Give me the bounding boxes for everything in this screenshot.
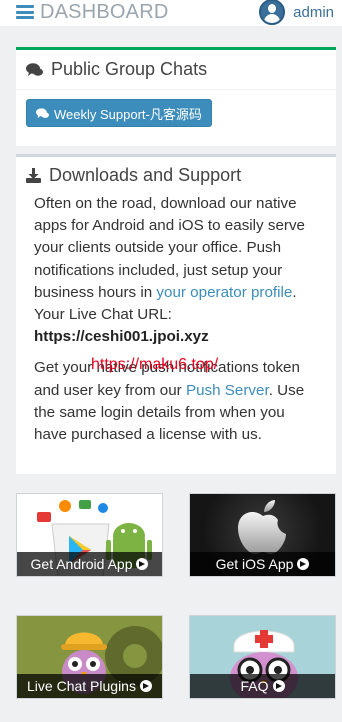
downloads-support-body: Often on the road, download our native a… [16,193,336,446]
user-avatar-icon[interactable] [259,0,286,25]
push-paragraph: Get your native push notifications token… [34,357,320,446]
push-server-link[interactable]: Push Server [186,382,269,399]
weekly-support-button[interactable]: Weekly Support-凡客源码 [26,99,212,127]
live-chat-plugins-label: Live Chat Plugins [27,678,136,694]
comments-icon [26,62,43,76]
public-group-chats-box: Public Group Chats Weekly Support-凡客源码 [16,47,336,146]
username[interactable]: admin [293,4,334,21]
chat-url: https://ceshi001.jpoi.xyz [34,328,209,346]
android-app-label-bar[interactable]: Get Android App [17,552,162,576]
comments-icon [36,107,49,118]
circle-arrow-right-icon [136,558,149,570]
weekly-support-label: Weekly Support-凡客源码 [54,106,202,122]
ios-app-label: Get iOS App [215,556,294,572]
apps-paragraph: Often on the road, download our native a… [34,193,320,348]
downloads-support-title: Downloads and Support [49,164,242,185]
downloads-support-box: Downloads and Support Often on the road,… [16,154,336,474]
android-app-label: Get Android App [30,556,133,572]
operator-profile-link[interactable]: your operator profile [156,284,292,301]
top-bar: DASHBOARD admin [0,0,342,26]
downloads-support-header: Downloads and Support [16,157,336,193]
public-group-chats-title: Public Group Chats [51,59,208,79]
android-app-tile[interactable]: Get Android App [16,493,163,577]
download-icon [26,167,41,183]
faq-label: FAQ [240,678,269,694]
live-chat-plugins-label-bar[interactable]: Live Chat Plugins [17,674,162,698]
dashboard-title: DASHBOARD [40,0,169,23]
circle-arrow-right-icon [297,558,310,570]
ios-app-label-bar[interactable]: Get iOS App [190,552,335,576]
brand[interactable]: DASHBOARD [16,0,169,24]
live-chat-plugins-tile[interactable]: Live Chat Plugins [16,615,163,699]
faq-tile[interactable]: FAQ [189,615,336,699]
faq-label-bar[interactable]: FAQ [190,674,335,698]
circle-arrow-right-icon [139,680,152,692]
user-menu[interactable]: admin [259,0,334,25]
ios-app-tile[interactable]: Get iOS App [189,493,336,577]
hamburger-icon[interactable] [16,5,34,19]
public-group-chats-header: Public Group Chats [16,50,336,90]
circle-arrow-right-icon [272,680,285,692]
